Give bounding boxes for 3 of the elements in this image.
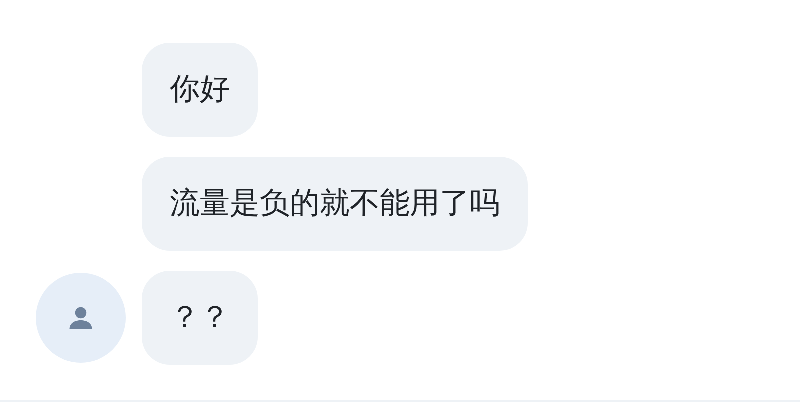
message-bubble: ？？ (142, 271, 258, 365)
message-bubble: 你好 (142, 43, 258, 137)
message-bubble: 流量是负的就不能用了吗 (142, 157, 528, 251)
